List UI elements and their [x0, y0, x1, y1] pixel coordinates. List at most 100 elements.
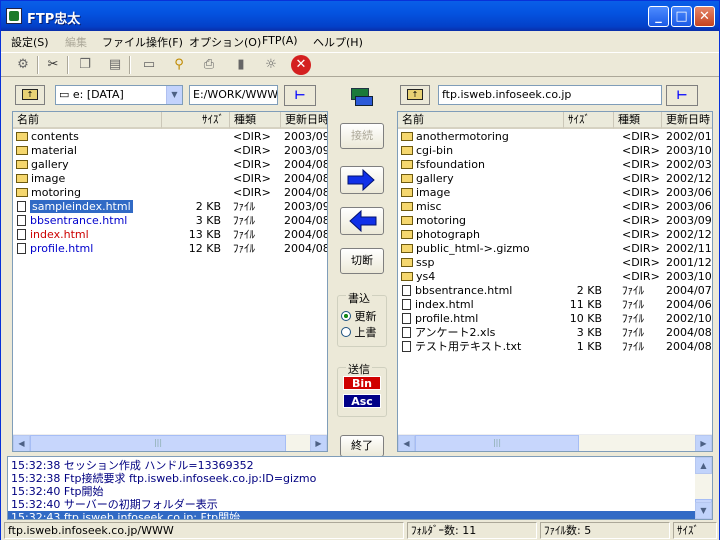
status-file-count: ﾌｧｲﾙ数: 5 — [540, 522, 670, 539]
col-header-size[interactable]: ｻｲｽﾞ — [162, 112, 230, 129]
connect-icon[interactable]: ⚙ — [13, 55, 33, 75]
upload-button[interactable] — [340, 166, 384, 194]
col-header-type[interactable]: 種類 — [230, 112, 281, 129]
radio-overwrite[interactable]: 上書 — [341, 324, 377, 340]
folder-icon — [401, 160, 413, 169]
folder-row[interactable]: motoring <DIR> 2004/08 — [13, 186, 327, 200]
file-name: material — [31, 144, 77, 157]
file-row[interactable]: index.html 11 KB ﾌｧｲﾙ 2004/06 — [398, 298, 712, 312]
file-name: motoring — [31, 186, 82, 199]
file-row[interactable]: profile.html 10 KB ﾌｧｲﾙ 2002/10 — [398, 312, 712, 326]
file-row[interactable]: sampleindex.html 2 KB ﾌｧｲﾙ 2003/09 — [13, 200, 327, 214]
col-header-name[interactable]: 名前 — [13, 112, 162, 129]
file-type: <DIR> — [622, 144, 660, 157]
file-row[interactable]: テスト用テキスト.txt 1 KB ﾌｧｲﾙ 2004/08 — [398, 340, 712, 354]
drive-select[interactable]: ▭ e: [DATA] ▼ — [55, 85, 183, 105]
scroll-thumb[interactable]: ||| — [415, 435, 579, 451]
cut-icon[interactable]: ✂ — [43, 55, 63, 75]
scroll-up-icon[interactable]: ▲ — [695, 457, 712, 474]
folder-row[interactable]: public_html->.gizmo <DIR> 2002/11 — [398, 242, 712, 256]
col-header-name[interactable]: 名前 — [398, 112, 564, 129]
title-bar[interactable]: FTP忠太 _ □ ✕ — [1, 1, 719, 31]
scroll-right-icon[interactable]: ▶ — [310, 435, 327, 451]
scroll-thumb[interactable]: ||| — [30, 435, 286, 451]
folder-row[interactable]: gallery <DIR> 2002/12 — [398, 172, 712, 186]
menu-file-ops[interactable]: ファイル操作(F) — [102, 34, 183, 50]
properties-icon[interactable]: ☼ — [261, 55, 281, 75]
folder-row[interactable]: ys4 <DIR> 2003/10 — [398, 270, 712, 284]
chevron-down-icon[interactable]: ▼ — [166, 86, 182, 104]
remote-path-input[interactable]: ftp.isweb.infoseek.co.jp — [438, 85, 662, 105]
file-date: 2003/06 — [666, 200, 712, 213]
file-date: 2003/09 — [284, 130, 328, 143]
menu-settings[interactable]: 設定(S) — [11, 34, 49, 50]
col-header-type[interactable]: 種類 — [614, 112, 662, 129]
folder-row[interactable]: photograph <DIR> 2002/12 — [398, 228, 712, 242]
menu-options[interactable]: オプション(O) — [189, 34, 261, 50]
col-header-size[interactable]: ｻｲｽﾞ — [564, 112, 614, 129]
file-row[interactable]: bbsentrance.html 2 KB ﾌｧｲﾙ 2004/07 — [398, 284, 712, 298]
scroll-down-icon[interactable]: ▼ — [695, 502, 712, 519]
file-icon — [17, 201, 26, 212]
folder-row[interactable]: material <DIR> 2003/09 — [13, 144, 327, 158]
file-type: ﾌｧｲﾙ — [233, 242, 255, 255]
folder-row[interactable]: misc <DIR> 2003/06 — [398, 200, 712, 214]
close-button[interactable]: ✕ — [694, 6, 715, 27]
folder-row[interactable]: gallery <DIR> 2004/08 — [13, 158, 327, 172]
scroll-right-icon[interactable]: ▶ — [695, 435, 712, 451]
local-hscrollbar[interactable]: ◀ ||| ▶ — [13, 434, 327, 451]
minimize-button[interactable]: _ — [648, 6, 669, 27]
scroll-left-icon[interactable]: ◀ — [13, 435, 30, 451]
remote-hscrollbar[interactable]: ◀ ||| ▶ — [398, 434, 712, 451]
print-icon[interactable]: ⎙ — [199, 55, 219, 75]
disconnect-button[interactable]: 切断 — [340, 248, 384, 274]
file-icon — [17, 215, 26, 226]
file-row[interactable]: index.html 13 KB ﾌｧｲﾙ 2004/08 — [13, 228, 327, 242]
menu-edit[interactable]: 編集 — [65, 34, 87, 50]
folder-row[interactable]: fsfoundation <DIR> 2002/03 — [398, 158, 712, 172]
local-path-input[interactable]: E:/WORK/WWW — [189, 85, 278, 105]
ascii-mode-button[interactable]: Asc — [343, 394, 381, 408]
binary-mode-button[interactable]: Bin — [343, 376, 381, 390]
menu-help[interactable]: ヘルプ(H) — [313, 34, 363, 50]
app-icon — [6, 8, 22, 24]
local-file-list[interactable]: 名前 ｻｲｽﾞ 種類 更新日時 contents <DIR> 2003/09 mate… — [12, 111, 328, 452]
folder-row[interactable]: cgi-bin <DIR> 2003/10 — [398, 144, 712, 158]
folder-row[interactable]: image <DIR> 2003/06 — [398, 186, 712, 200]
scroll-left-icon[interactable]: ◀ — [398, 435, 415, 451]
file-row[interactable]: profile.html 12 KB ﾌｧｲﾙ 2004/08 — [13, 242, 327, 256]
file-row[interactable]: bbsentrance.html 3 KB ﾌｧｲﾙ 2004/08 — [13, 214, 327, 228]
remote-up-folder-button[interactable]: ↑ — [400, 85, 430, 105]
stop-icon[interactable]: ▮ — [231, 55, 251, 75]
col-header-date[interactable]: 更新日時 — [281, 112, 327, 129]
download-button[interactable] — [340, 207, 384, 235]
radio-update[interactable]: 更新 — [341, 308, 377, 324]
folder-row[interactable]: image <DIR> 2004/08 — [13, 172, 327, 186]
cancel-icon[interactable]: ✕ — [291, 55, 311, 75]
connect-button[interactable]: 接続 — [340, 123, 384, 149]
local-up-folder-button[interactable]: ↑ — [15, 85, 45, 105]
remote-tree-button[interactable]: ⊢ — [666, 85, 698, 106]
copy-icon[interactable]: ❐ — [75, 55, 95, 75]
log-line: 15:32:38 Ftp接続要求 ftp.isweb.infoseek.co.j… — [11, 472, 317, 485]
folder-row[interactable]: motoring <DIR> 2003/09 — [398, 214, 712, 228]
rename-icon[interactable]: ▭ — [139, 55, 159, 75]
paste-icon[interactable]: ▤ — [105, 55, 125, 75]
menu-ftp[interactable]: FTP(A) — [262, 34, 298, 47]
exit-button[interactable]: 終了 — [340, 435, 384, 457]
folder-row[interactable]: contents <DIR> 2003/09 — [13, 130, 327, 144]
maximize-button[interactable]: □ — [671, 6, 692, 27]
col-header-date[interactable]: 更新日時 — [662, 112, 712, 129]
local-tree-button[interactable]: ⊢ — [284, 85, 316, 106]
log-panel[interactable]: 15:32:38 セッション作成 ハンドル=13369352 15:32:38 … — [7, 456, 713, 520]
remote-file-list[interactable]: 名前 ｻｲｽﾞ 種類 更新日時 anothermotoring <DIR> 2002… — [397, 111, 713, 452]
file-name: public_html->.gizmo — [416, 242, 530, 255]
folder-row[interactable]: ssp <DIR> 2001/12 — [398, 256, 712, 270]
find-icon[interactable]: ⚲ — [169, 55, 189, 75]
file-row[interactable]: アンケート2.xls 3 KB ﾌｧｲﾙ 2004/08 — [398, 326, 712, 340]
file-date: 2002/03 — [666, 158, 712, 171]
file-size: 2 KB — [195, 200, 221, 213]
folder-row[interactable]: anothermotoring <DIR> 2002/01 — [398, 130, 712, 144]
log-vscrollbar[interactable]: ▲ ▼ — [695, 457, 712, 519]
transfer-mode-icon[interactable] — [349, 88, 375, 108]
